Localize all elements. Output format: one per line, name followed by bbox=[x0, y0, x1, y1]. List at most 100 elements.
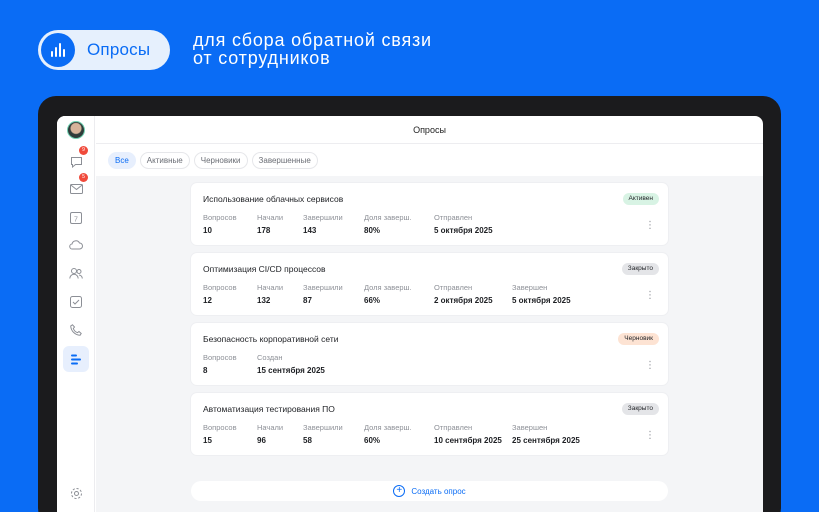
stat-label: Отправлен bbox=[434, 213, 473, 222]
calendar-icon[interactable]: 7 bbox=[63, 204, 89, 230]
chat-icon[interactable]: 9 bbox=[63, 146, 89, 175]
chat-badge: 9 bbox=[79, 146, 88, 155]
stat-column: Завершили 58 bbox=[303, 423, 343, 445]
stat-value: 25 сентября 2025 bbox=[512, 436, 580, 445]
tasks-icon[interactable] bbox=[63, 289, 89, 315]
app-screen: 9 5 7 Опросы Все Активные Черновики Заве… bbox=[57, 116, 763, 512]
stat-column: Вопросов 8 bbox=[203, 353, 237, 375]
create-survey-button[interactable]: + Создать опрос bbox=[191, 481, 668, 501]
pill-label: Опросы bbox=[87, 40, 151, 59]
stat-value: 15 сентября 2025 bbox=[257, 366, 325, 375]
stat-column: Начали 178 bbox=[257, 213, 283, 235]
survey-card[interactable]: Использование облачных сервисов Активен Во… bbox=[191, 183, 668, 245]
tagline-line-1: для сбора обратной связи bbox=[193, 30, 432, 50]
more-options-icon[interactable]: ⋮ bbox=[645, 361, 655, 371]
main-panel: Опросы Все Активные Черновики Завершенны… bbox=[96, 116, 763, 512]
contacts-icon[interactable] bbox=[63, 260, 89, 286]
stat-label: Завершен bbox=[512, 283, 548, 292]
stat-value: 87 bbox=[303, 296, 312, 305]
stat-value: 143 bbox=[303, 226, 317, 235]
stat-label: Завершили bbox=[303, 283, 343, 292]
stat-column: Завершили 143 bbox=[303, 213, 343, 235]
survey-title: Безопасность корпоративной сети bbox=[203, 334, 339, 344]
stat-label: Доля заверш. bbox=[364, 283, 412, 292]
stat-label: Завершили bbox=[303, 423, 343, 432]
status-badge: Черновик bbox=[618, 333, 659, 345]
stat-label: Доля заверш. bbox=[364, 213, 412, 222]
surveys-pill: Опросы bbox=[38, 30, 170, 70]
status-badge: Закрыто bbox=[621, 263, 659, 275]
stat-label: Начали bbox=[257, 283, 284, 292]
filter-active[interactable]: Активные bbox=[139, 152, 190, 169]
survey-card[interactable]: Оптимизация CI/CD процессов Закрыто Вопрос… bbox=[191, 253, 668, 315]
stat-column: Доля заверш. 60% bbox=[364, 423, 412, 445]
stat-value: 80% bbox=[364, 226, 381, 235]
stat-value: 58 bbox=[303, 436, 312, 445]
survey-card[interactable]: Автоматизация тестирования ПО Закрыто Вопр… bbox=[191, 393, 668, 455]
filter-drafts[interactable]: Черновики bbox=[193, 152, 248, 169]
stat-value: 2 октября 2025 bbox=[434, 296, 493, 305]
stat-column: Вопросов 12 bbox=[203, 283, 237, 305]
phone-icon[interactable] bbox=[63, 317, 89, 343]
page-title: Опросы bbox=[96, 116, 763, 144]
stat-column: Начали 132 bbox=[257, 283, 283, 305]
stat-column: Доля заверш. 66% bbox=[364, 283, 412, 305]
create-survey-label: Создать опрос bbox=[411, 486, 466, 496]
stat-label: Вопросов bbox=[203, 283, 237, 292]
stat-value: 178 bbox=[257, 226, 271, 235]
more-options-icon[interactable]: ⋮ bbox=[645, 431, 655, 441]
stat-value: 12 bbox=[203, 296, 212, 305]
stat-value: 132 bbox=[257, 296, 271, 305]
stat-column: Завершили 87 bbox=[303, 283, 343, 305]
svg-text:7: 7 bbox=[74, 216, 78, 223]
stat-value: 66% bbox=[364, 296, 381, 305]
sidebar: 9 5 7 bbox=[57, 116, 95, 512]
filter-tabs: Все Активные Черновики Завершенные bbox=[108, 152, 318, 169]
stat-value: 96 bbox=[257, 436, 266, 445]
mail-badge: 5 bbox=[79, 173, 88, 182]
stat-value: 8 bbox=[203, 366, 208, 375]
stat-label: Завершен bbox=[512, 423, 548, 432]
stat-label: Отправлен bbox=[434, 283, 473, 292]
status-badge: Активен bbox=[622, 193, 659, 205]
stat-column: Доля заверш. 80% bbox=[364, 213, 412, 235]
stat-column: Отправлен 10 сентября 2025 bbox=[434, 423, 502, 445]
stat-label: Вопросов bbox=[203, 423, 237, 432]
survey-title: Оптимизация CI/CD процессов bbox=[203, 264, 326, 274]
status-badge: Закрыто bbox=[621, 403, 659, 415]
survey-title: Использование облачных сервисов bbox=[203, 194, 344, 204]
bar-chart-icon bbox=[41, 33, 75, 67]
stat-column: Начали 96 bbox=[257, 423, 283, 445]
mail-icon[interactable]: 5 bbox=[63, 173, 89, 202]
cloud-icon[interactable] bbox=[63, 232, 89, 258]
settings-icon[interactable] bbox=[63, 480, 89, 506]
stat-column: Создан 15 сентября 2025 bbox=[257, 353, 325, 375]
stat-column: Отправлен 5 октября 2025 bbox=[434, 213, 493, 235]
survey-card[interactable]: Безопасность корпоративной сети Черновик В… bbox=[191, 323, 668, 385]
stat-column: Завершен 25 сентября 2025 bbox=[512, 423, 580, 445]
stat-value: 60% bbox=[364, 436, 381, 445]
filter-completed[interactable]: Завершенные bbox=[251, 152, 318, 169]
stat-value: 5 октября 2025 bbox=[434, 226, 493, 235]
stat-value: 10 сентября 2025 bbox=[434, 436, 502, 445]
more-options-icon[interactable]: ⋮ bbox=[645, 291, 655, 301]
stat-value: 5 октября 2025 bbox=[512, 296, 571, 305]
stat-column: Отправлен 2 октября 2025 bbox=[434, 283, 493, 305]
filter-all[interactable]: Все bbox=[108, 152, 136, 169]
survey-list: Использование облачных сервисов Активен Во… bbox=[96, 176, 763, 512]
stat-label: Вопросов bbox=[203, 353, 237, 362]
stat-label: Отправлен bbox=[434, 423, 473, 432]
stat-label: Начали bbox=[257, 423, 284, 432]
stat-value: 10 bbox=[203, 226, 212, 235]
survey-title: Автоматизация тестирования ПО bbox=[203, 404, 335, 414]
plus-icon: + bbox=[393, 485, 406, 497]
stat-label: Завершили bbox=[303, 213, 343, 222]
tagline-line-2: от сотрудников bbox=[193, 48, 331, 68]
more-options-icon[interactable]: ⋮ bbox=[645, 221, 655, 231]
stat-column: Вопросов 15 bbox=[203, 423, 237, 445]
stat-label: Создан bbox=[257, 353, 283, 362]
stat-label: Вопросов bbox=[203, 213, 237, 222]
surveys-icon[interactable] bbox=[63, 346, 89, 372]
avatar[interactable] bbox=[67, 121, 85, 139]
hero-tagline: для сбора обратной связи от сотрудников bbox=[193, 31, 432, 67]
